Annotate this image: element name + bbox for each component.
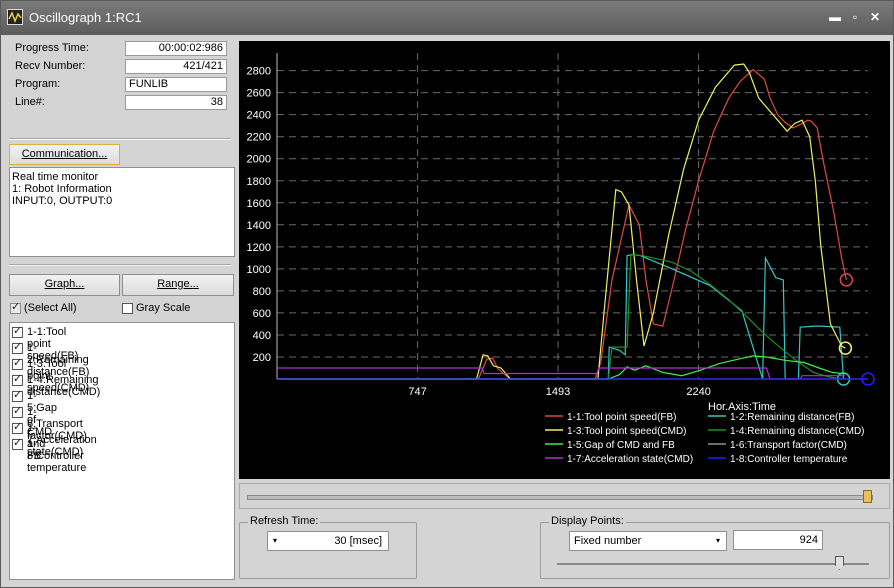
y-tick-label: 1400 <box>247 220 271 232</box>
recv-number-label: Recv Number: <box>15 60 86 72</box>
signal-list: 1-1:Tool point speed(FB) 1-2:Remaining d… <box>9 322 235 580</box>
signal-checkbox[interactable] <box>12 404 23 418</box>
y-tick-label: 800 <box>253 286 271 298</box>
y-tick-label: 2600 <box>247 88 271 100</box>
oscillograph-app-icon <box>7 9 23 25</box>
monitor-line-1: Real time monitor <box>12 171 99 183</box>
divider <box>9 264 231 266</box>
gray-scale-label: Gray Scale <box>136 302 191 314</box>
oscillograph-plot[interactable]: 200 400 600 800 1000 1200 1400 1600 1800 2000 2200… <box>239 41 890 479</box>
legend-label: 1-3:Tool point speed(CMD) <box>567 426 687 437</box>
close-icon[interactable]: ✕ <box>867 9 883 25</box>
monitor-line-3: INPUT:0, OUTPUT:0 <box>12 195 113 207</box>
select-all-checkbox[interactable] <box>10 300 21 314</box>
time-scroll-slider[interactable] <box>239 483 890 509</box>
signal-checkbox[interactable] <box>12 388 23 402</box>
range-button[interactable]: Range... <box>122 274 234 296</box>
y-tick-label: 1000 <box>247 264 271 276</box>
series-line-3 <box>277 63 846 380</box>
divider <box>9 138 231 140</box>
chart-ticks: 200 400 600 800 1000 1200 1400 1600 1800 2000 2200… <box>247 66 711 398</box>
signal-checkbox[interactable] <box>12 436 23 450</box>
signal-checkbox[interactable] <box>12 356 23 370</box>
window-title: Oscillograph 1:RC1 <box>29 10 142 25</box>
legend-label: 1-1:Tool point speed(FB) <box>567 412 677 423</box>
left-panel: Progress Time: 00:00:02:986 Recv Number:… <box>3 35 235 580</box>
display-points-title: Display Points: <box>549 515 626 527</box>
scroll-thumb[interactable] <box>863 490 872 503</box>
legend-label: 1-6:Transport factor(CMD) <box>730 440 847 451</box>
legend-label: 1-7:Acceleration state(CMD) <box>567 454 693 465</box>
y-tick-label: 2000 <box>247 154 271 166</box>
legend-label: 1-2:Remaining distance(FB) <box>730 412 855 423</box>
legend-label: 1-5:Gap of CMD and FB <box>567 440 675 451</box>
refresh-time-value: 30 [msec] <box>334 535 382 547</box>
legend-label: 1-4:Remaining distance(CMD) <box>730 426 865 437</box>
chart-svg: 200 400 600 800 1000 1200 1400 1600 1800 2000 2200… <box>247 53 875 465</box>
restore-icon[interactable]: ▫ <box>847 9 863 25</box>
x-tick-label: 747 <box>408 386 426 398</box>
gray-scale-checkbox[interactable] <box>122 303 133 314</box>
progress-time-value: 00:00:02:986 <box>125 41 227 56</box>
legend-label: 1-8:Controller temperature <box>730 454 848 465</box>
scroll-track <box>247 495 873 500</box>
points-slider-thumb[interactable] <box>835 556 844 570</box>
y-tick-label: 400 <box>253 330 271 342</box>
program-value: FUNLIB <box>125 77 227 92</box>
refresh-time-group: Refresh Time: ▾ 30 [msec] <box>239 515 417 579</box>
y-tick-label: 2800 <box>247 66 271 78</box>
select-all-label: (Select All) <box>24 302 77 314</box>
points-slider-track <box>557 563 869 565</box>
signal-checkbox[interactable] <box>12 372 23 386</box>
y-tick-label: 600 <box>253 308 271 320</box>
series-line-1 <box>277 68 847 380</box>
series-line-4 <box>277 253 844 380</box>
chart-grid <box>276 53 868 380</box>
series-line-2 <box>277 253 845 380</box>
y-tick-label: 1600 <box>247 198 271 210</box>
x-tick-label: 1493 <box>546 386 570 398</box>
display-points-group: Display Points: Fixed number ▾ 924 <box>540 515 890 579</box>
dropdown-arrow-icon: ▾ <box>715 536 720 545</box>
chart-legend: 1-1:Tool point speed(FB) 1-2:Remaining di… <box>545 412 865 465</box>
signal-checkbox[interactable] <box>12 340 23 354</box>
x-tick-label: 2240 <box>686 386 710 398</box>
refresh-time-select[interactable]: ▾ 30 [msec] <box>267 531 389 551</box>
y-tick-label: 1800 <box>247 176 271 188</box>
signal-checkbox[interactable] <box>12 420 23 434</box>
signal-checkbox[interactable] <box>12 324 23 338</box>
monitor-line-2: 1: Robot Information <box>12 183 112 195</box>
line-number-value: 38 <box>125 95 227 110</box>
title-bar[interactable]: Oscillograph 1:RC1 ▬ ▫ ✕ <box>1 1 893 35</box>
y-tick-label: 1200 <box>247 242 271 254</box>
communication-button[interactable]: Communication... <box>9 144 120 165</box>
program-label: Program: <box>15 78 61 90</box>
oscillograph-window: Oscillograph 1:RC1 ▬ ▫ ✕ Progress Time: … <box>0 0 894 588</box>
display-points-mode-select[interactable]: Fixed number ▾ <box>569 531 727 551</box>
y-tick-label: 2400 <box>247 110 271 122</box>
signal-label: 1-8:Controller temperature <box>27 438 87 474</box>
refresh-time-title: Refresh Time: <box>248 515 321 527</box>
graph-button[interactable]: Graph... <box>9 274 120 296</box>
monitor-textbox[interactable]: Real time monitor 1: Robot Information I… <box>9 167 235 257</box>
progress-time-label: Progress Time: <box>15 42 89 54</box>
minimize-icon[interactable]: ▬ <box>827 9 843 25</box>
y-tick-label: 2200 <box>247 132 271 144</box>
dropdown-arrow-icon: ▾ <box>273 536 278 545</box>
display-points-mode: Fixed number <box>574 535 642 547</box>
recv-number-value: 421/421 <box>125 59 227 74</box>
line-number-label: Line#: <box>15 96 45 108</box>
y-tick-label: 200 <box>253 352 271 364</box>
display-points-input[interactable]: 924 <box>733 530 823 550</box>
